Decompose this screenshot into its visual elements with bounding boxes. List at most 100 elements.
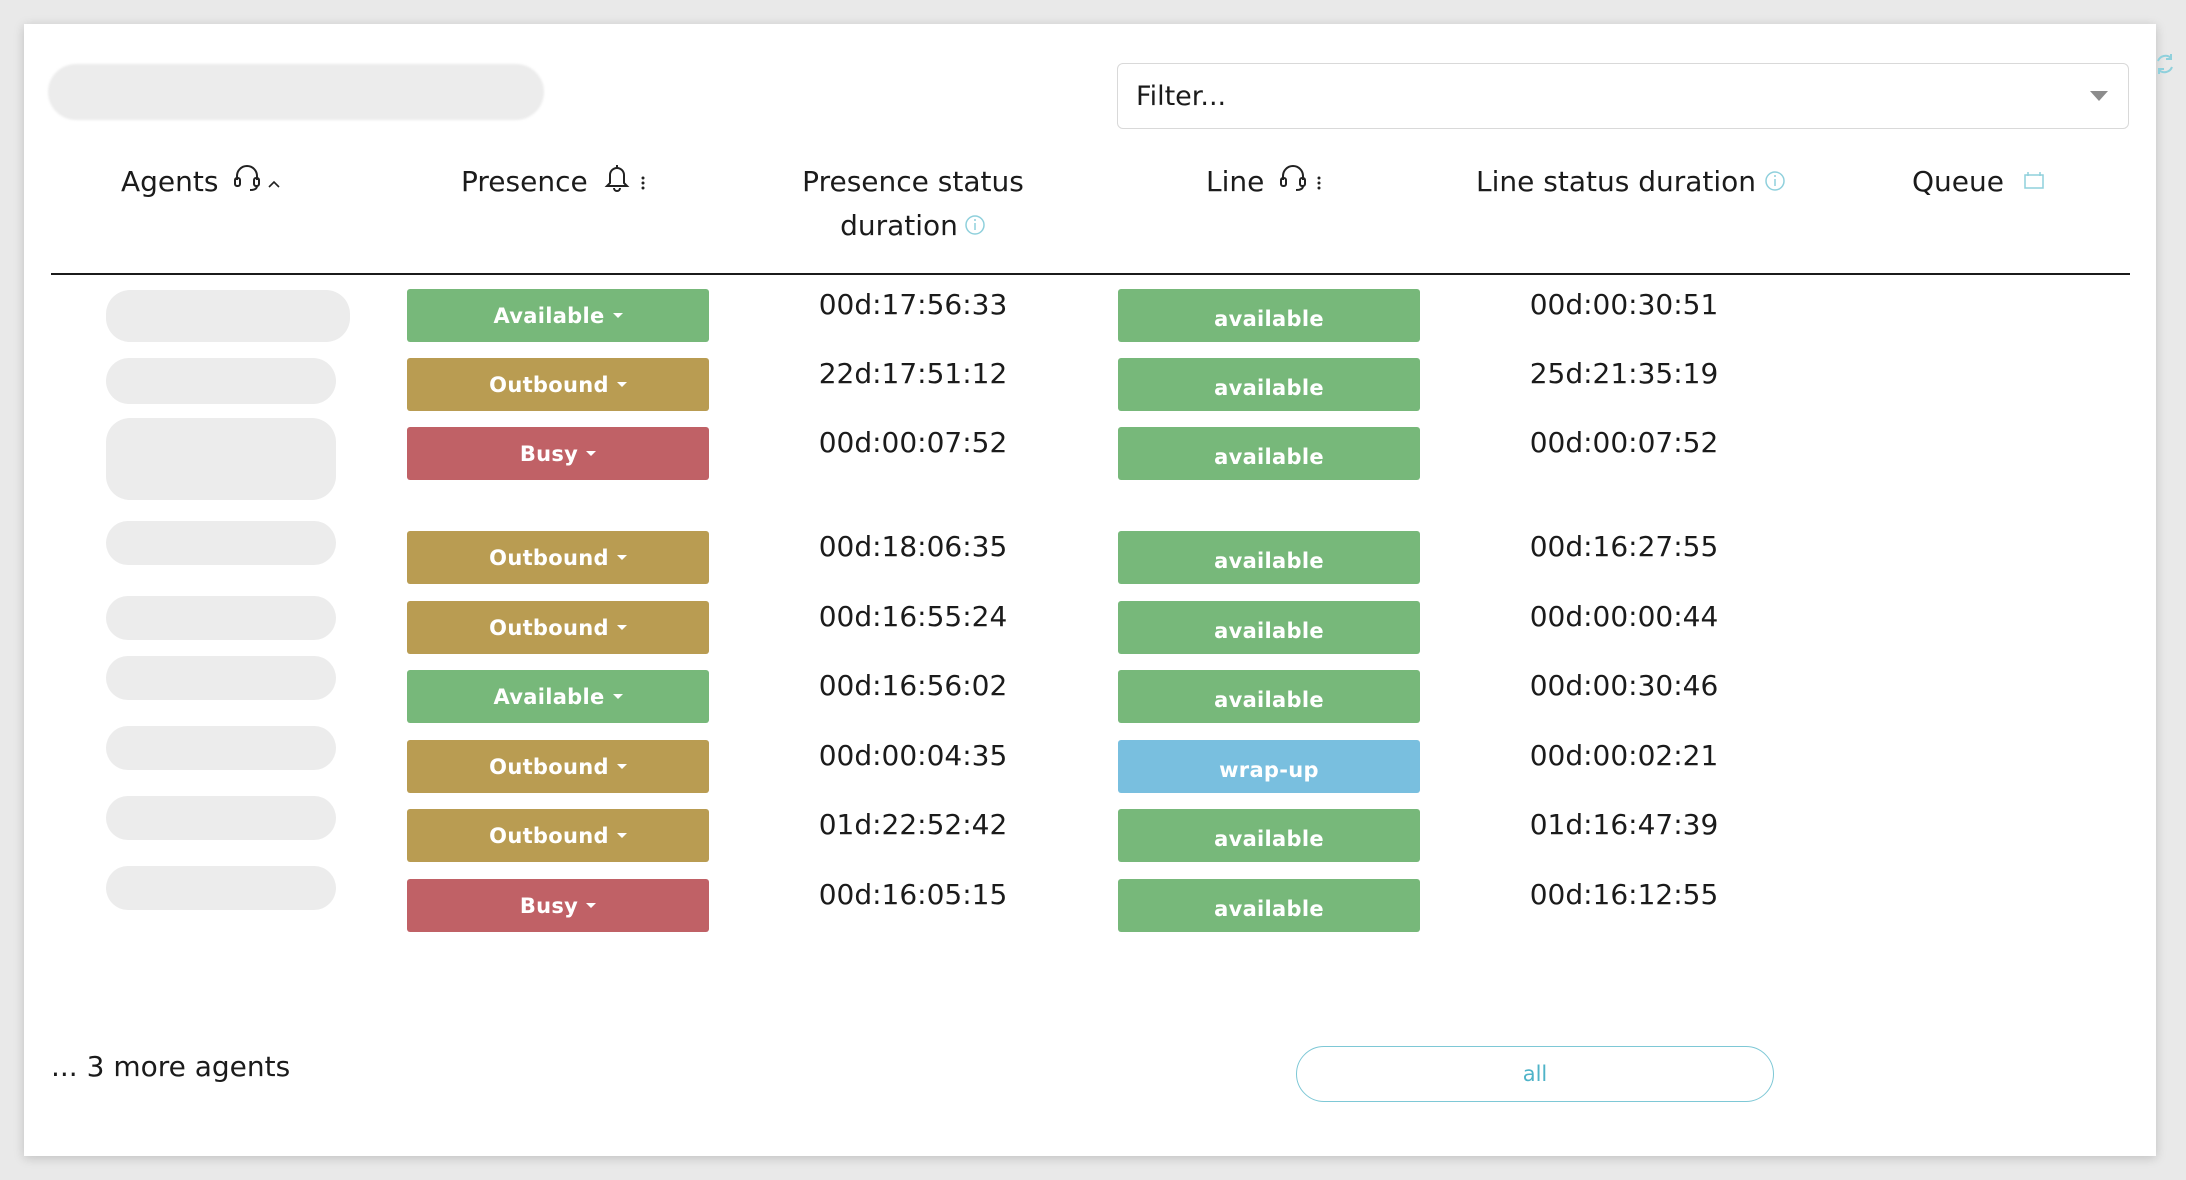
presence-status-dropdown[interactable]: Available (407, 289, 709, 342)
line-duration: 00d:00:30:51 (1529, 288, 1719, 321)
kebab-icon[interactable] (1316, 161, 1322, 205)
presence-header-label: Presence (461, 165, 588, 198)
agent-name-redacted (106, 418, 336, 500)
presence-duration: 00d:17:56:33 (818, 288, 1008, 321)
agent-name-redacted (106, 596, 336, 640)
agent-name-redacted (106, 290, 350, 342)
presence-status-label: Outbound (489, 372, 609, 397)
agent-name-redacted (106, 796, 336, 840)
caret-down-icon (586, 451, 597, 456)
headset-icon[interactable] (1278, 161, 1308, 205)
presence-status-label: Outbound (489, 545, 609, 570)
caret-down-icon (616, 625, 627, 630)
caret-down-icon (612, 313, 623, 318)
chevron-up-icon[interactable] (266, 161, 282, 205)
line-status-label: available (1214, 444, 1324, 469)
line-status-label: available (1214, 687, 1324, 712)
line-status-badge: available (1118, 358, 1420, 411)
caret-down-icon (616, 833, 627, 838)
line-status-label: available (1214, 375, 1324, 400)
presence-duration: 00d:00:07:52 (818, 426, 1008, 459)
agent-name-redacted (106, 656, 336, 700)
presence-duration: 00d:16:56:02 (818, 669, 1008, 702)
presence-duration: 01d:22:52:42 (818, 808, 1008, 841)
presence-status-dropdown[interactable]: Outbound (407, 740, 709, 793)
presence-status-label: Outbound (489, 754, 609, 779)
agents-header-label: Agents (121, 165, 219, 198)
caret-down-icon (616, 555, 627, 560)
presence-status-dropdown[interactable]: Busy (407, 427, 709, 480)
chevron-down-icon[interactable] (2090, 91, 2108, 101)
line-status-badge: available (1118, 670, 1420, 723)
line-duration: 00d:16:27:55 (1529, 530, 1719, 563)
presence-status-dropdown[interactable]: Busy (407, 879, 709, 932)
presence-status-label: Available (493, 684, 605, 709)
caret-down-icon (616, 382, 627, 387)
presence-status-label: Busy (519, 893, 579, 918)
presence-duration: 00d:18:06:35 (818, 530, 1008, 563)
line-status-label: wrap-up (1219, 757, 1319, 782)
line-duration: 00d:16:12:55 (1529, 878, 1719, 911)
presence-status-dropdown[interactable]: Available (407, 670, 709, 723)
presence-duration-header-line1: Presence status (802, 165, 1024, 198)
line-status-badge: available (1118, 427, 1420, 480)
line-duration: 00d:00:02:21 (1529, 739, 1719, 772)
presence-status-label: Outbound (489, 615, 609, 640)
line-status-label: available (1214, 306, 1324, 331)
panel-title-redacted (48, 64, 544, 120)
line-status-badge: available (1118, 531, 1420, 584)
header-divider (51, 273, 2130, 275)
line-status-badge: available (1118, 809, 1420, 862)
presence-status-dropdown[interactable]: Outbound (407, 601, 709, 654)
line-status-badge: wrap-up (1118, 740, 1420, 793)
line-status-label: available (1214, 826, 1324, 851)
column-header-line-duration[interactable]: Line status duration (1476, 160, 1786, 205)
agent-name-redacted (106, 866, 336, 910)
presence-status-label: Available (493, 303, 605, 328)
line-duration: 00d:00:07:52 (1529, 426, 1719, 459)
agent-name-redacted (106, 358, 336, 404)
headset-icon[interactable] (232, 161, 262, 205)
presence-duration-header-line2: duration (840, 209, 958, 242)
all-button[interactable]: all (1296, 1046, 1774, 1102)
queue-icon[interactable] (2022, 161, 2046, 205)
presence-duration: 00d:00:04:35 (818, 739, 1008, 772)
agents-panel: Agents Presence Presence status duration… (24, 24, 2173, 1156)
column-header-agents[interactable]: Agents (121, 160, 282, 205)
line-duration: 25d:21:35:19 (1529, 357, 1719, 390)
presence-status-label: Busy (519, 441, 579, 466)
caret-down-icon (612, 694, 623, 699)
column-header-presence[interactable]: Presence (461, 160, 646, 205)
presence-status-dropdown[interactable]: Outbound (407, 358, 709, 411)
line-status-label: available (1214, 618, 1324, 643)
caret-down-icon (616, 764, 627, 769)
column-header-presence-duration[interactable]: Presence status duration (763, 160, 1063, 249)
presence-status-dropdown[interactable]: Outbound (407, 531, 709, 584)
info-icon[interactable] (964, 205, 986, 249)
filter-select[interactable] (1117, 63, 2129, 129)
line-duration: 00d:00:30:46 (1529, 669, 1719, 702)
column-header-queue[interactable]: Queue (1912, 160, 2046, 205)
bell-icon[interactable] (602, 161, 632, 205)
presence-duration: 00d:16:55:24 (818, 600, 1008, 633)
line-status-label: available (1214, 548, 1324, 573)
agent-name-redacted (106, 726, 336, 770)
line-status-badge: available (1118, 879, 1420, 932)
line-header-label: Line (1206, 165, 1265, 198)
presence-duration: 00d:16:05:15 (818, 878, 1008, 911)
kebab-icon[interactable] (640, 161, 646, 205)
line-status-badge: available (1118, 289, 1420, 342)
caret-down-icon (586, 903, 597, 908)
filter-input[interactable] (1136, 74, 2056, 118)
line-status-badge: available (1118, 601, 1420, 654)
presence-duration: 22d:17:51:12 (818, 357, 1008, 390)
presence-status-label: Outbound (489, 823, 609, 848)
refresh-icon[interactable] (2151, 50, 2179, 78)
line-duration: 01d:16:47:39 (1529, 808, 1719, 841)
agent-name-redacted (106, 521, 336, 565)
line-status-label: available (1214, 896, 1324, 921)
column-header-line[interactable]: Line (1206, 160, 1322, 205)
info-icon[interactable] (1764, 161, 1786, 205)
more-agents-text: ... 3 more agents (51, 1050, 291, 1083)
presence-status-dropdown[interactable]: Outbound (407, 809, 709, 862)
